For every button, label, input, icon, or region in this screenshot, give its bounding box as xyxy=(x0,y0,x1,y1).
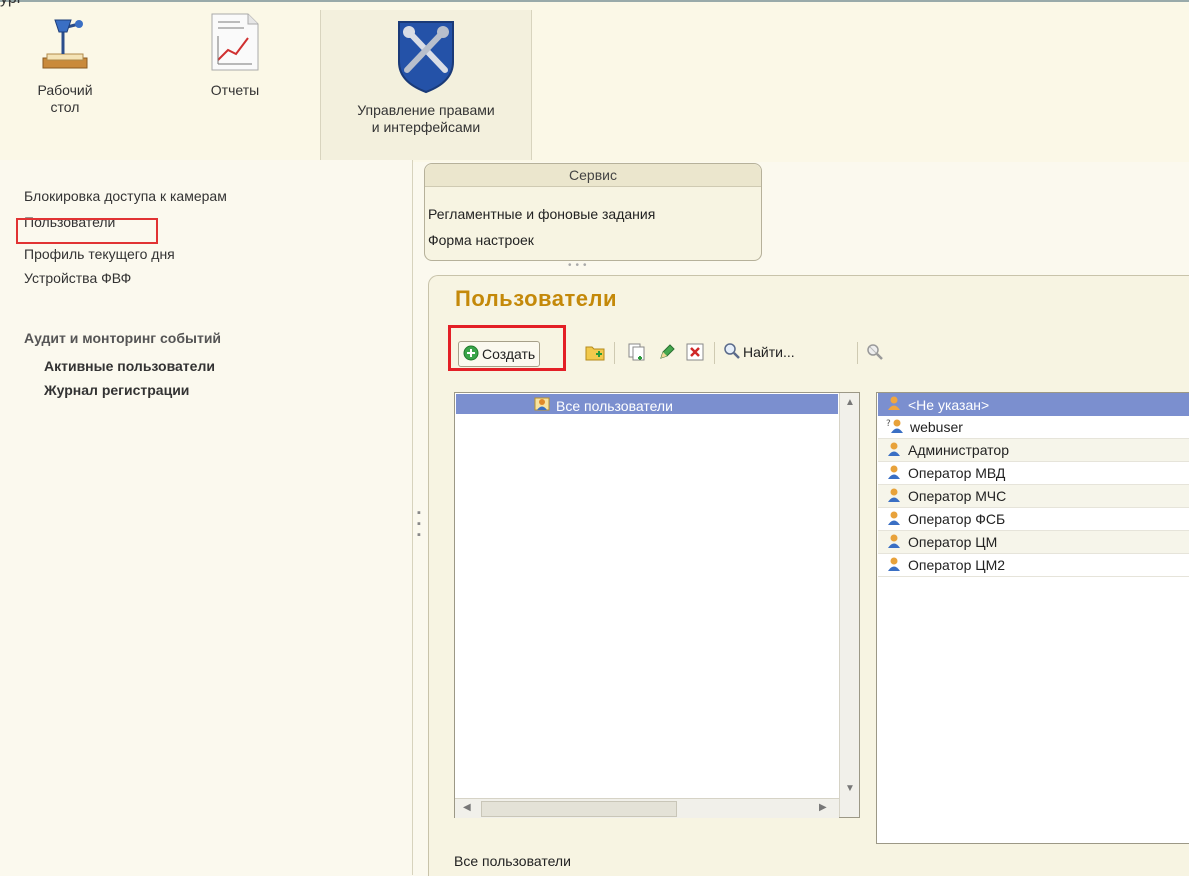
list-item[interactable]: Оператор ЦМ xyxy=(878,531,1189,554)
user-name: Оператор ФСБ xyxy=(908,511,1006,527)
user-icon xyxy=(886,487,902,506)
nav-group-audit-title: Аудит и монторинг событий xyxy=(24,330,222,346)
report-chart-icon xyxy=(195,10,275,78)
section-desktop-label-2: стол xyxy=(50,99,80,115)
user-name: Оператор МЧС xyxy=(908,488,1007,504)
desk-lamp-icon xyxy=(20,10,110,78)
tree-horizontal-scrollbar[interactable]: ◀ ▶ xyxy=(455,798,839,818)
list-item[interactable]: Оператор ФСБ xyxy=(878,508,1189,531)
copy-document-icon xyxy=(628,343,646,364)
tree-row-all-users[interactable]: Все пользователи xyxy=(456,394,838,414)
service-link-scheduled-jobs[interactable]: Регламентные и фоновые задания xyxy=(428,206,655,222)
nav-users-highlight xyxy=(16,218,158,244)
svg-text:?: ? xyxy=(886,419,891,429)
find-button[interactable]: Найти... xyxy=(723,341,795,363)
user-icon xyxy=(886,395,902,414)
section-reports-label: Отчеты xyxy=(210,82,260,98)
users-list[interactable]: <Не указан> ? webuser Администратор Опер… xyxy=(876,392,1189,844)
scroll-down-arrow-icon[interactable]: ▼ xyxy=(845,783,855,794)
delete-button[interactable] xyxy=(684,342,706,364)
sections-panel xyxy=(0,0,1189,162)
user-name: Администратор xyxy=(908,442,1010,458)
toolbar-separator xyxy=(857,342,858,364)
pencil-icon xyxy=(658,343,676,364)
section-reports[interactable]: Отчеты xyxy=(195,10,275,99)
create-folder-button[interactable] xyxy=(584,342,606,364)
service-collapse-handle[interactable]: ••• xyxy=(568,260,591,271)
status-current-group: Все пользователи xyxy=(454,853,571,869)
service-link-settings-form[interactable]: Форма настроек xyxy=(428,232,534,248)
edit-button[interactable] xyxy=(656,342,678,364)
wrench-shield-icon xyxy=(321,18,531,98)
list-item[interactable]: Администратор xyxy=(878,439,1189,462)
scroll-left-arrow-icon[interactable]: ◀ xyxy=(463,802,471,813)
form-title: Пользователи xyxy=(455,286,618,311)
tree-row-content: Все пользователи xyxy=(534,396,673,415)
user-group-icon xyxy=(534,396,550,415)
magnifier-icon xyxy=(723,342,741,363)
list-item[interactable]: Оператор ЦМ2 xyxy=(878,554,1189,577)
section-rights-management[interactable]: Управление правами и интерфейсами xyxy=(320,10,532,160)
find-button-label: Найти... xyxy=(743,344,795,360)
nav-item-day-profile[interactable]: Профиль текущего дня xyxy=(24,246,175,262)
scroll-right-arrow-icon[interactable]: ▶ xyxy=(819,802,827,813)
cancel-search-button[interactable] xyxy=(864,342,886,364)
user-icon xyxy=(886,441,902,460)
nav-item-event-log[interactable]: Журнал регистрации xyxy=(44,382,189,398)
user-name: Оператор ЦМ xyxy=(908,534,998,550)
section-rights-label-1: Управление правами xyxy=(357,102,495,118)
list-item[interactable]: Оператор МВД xyxy=(878,462,1189,485)
user-icon xyxy=(886,556,902,575)
user-name: <Не указан> xyxy=(908,396,990,413)
user-icon xyxy=(886,533,902,552)
magnifier-cancel-icon xyxy=(866,343,884,364)
nav-item-camera-lock[interactable]: Блокировка доступа к камерам xyxy=(24,188,227,204)
unknown-user-icon: ? xyxy=(886,418,904,437)
service-panel-title: Сервис xyxy=(425,164,761,187)
user-icon xyxy=(886,510,902,529)
copy-button[interactable] xyxy=(626,342,648,364)
user-name: webuser xyxy=(910,419,963,435)
user-name: Оператор МВД xyxy=(908,465,1006,481)
tree-vertical-scrollbar[interactable]: ▲ ▼ xyxy=(839,393,859,817)
panel-splitter[interactable]: ▪ ▪ ▪ xyxy=(417,508,421,541)
section-desktop-label-1: Рабочий xyxy=(37,82,93,98)
user-name: Оператор ЦМ2 xyxy=(908,557,1006,573)
delete-mark-icon xyxy=(686,343,704,364)
toolbar-separator xyxy=(614,342,615,364)
user-icon xyxy=(886,464,902,483)
toolbar-separator xyxy=(714,342,715,364)
list-item[interactable]: Оператор МЧС xyxy=(878,485,1189,508)
list-item[interactable]: <Не указан> xyxy=(878,393,1189,416)
create-button-label: Создать xyxy=(482,346,536,362)
plus-circle-icon xyxy=(463,345,479,364)
nav-item-fvf-devices[interactable]: Устройства ФВФ xyxy=(24,270,131,286)
section-rights-label-2: и интерфейсами xyxy=(371,119,481,135)
section-desktop[interactable]: Рабочий стол xyxy=(20,10,110,116)
window-title-fragment: урі xyxy=(0,0,20,8)
scrollbar-thumb[interactable] xyxy=(481,801,677,817)
create-button[interactable]: Создать xyxy=(458,341,541,367)
add-folder-icon xyxy=(585,343,605,364)
navigation-panel xyxy=(0,160,413,875)
tree-row-label: Все пользователи xyxy=(556,397,673,414)
scroll-up-arrow-icon[interactable]: ▲ xyxy=(845,397,855,408)
nav-item-active-users[interactable]: Активные пользователи xyxy=(44,358,215,374)
list-item[interactable]: ? webuser xyxy=(878,416,1189,439)
service-panel: Сервис Регламентные и фоновые задания Фо… xyxy=(424,163,762,261)
user-groups-tree[interactable]: Все пользователи ▲ ▼ ◀ ▶ xyxy=(454,392,860,818)
